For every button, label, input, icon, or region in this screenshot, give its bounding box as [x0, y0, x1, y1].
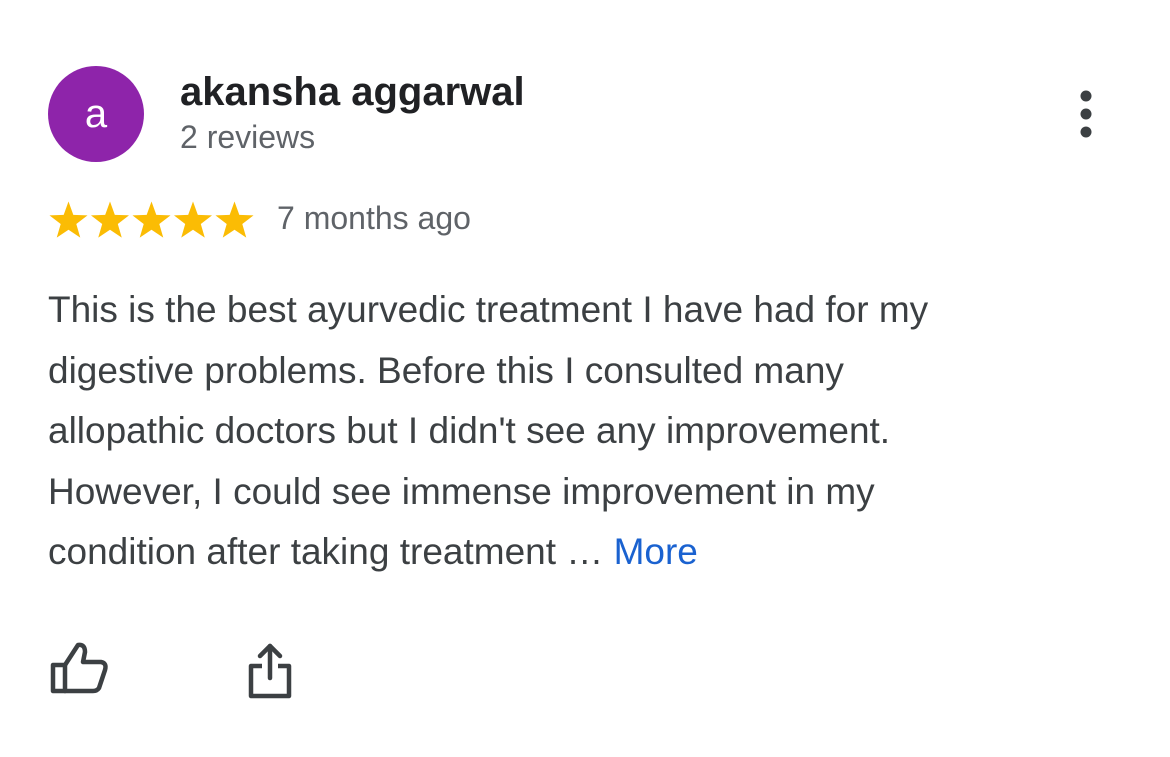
- more-link[interactable]: More: [614, 531, 698, 572]
- review-count[interactable]: 2 reviews: [180, 119, 315, 156]
- share-icon: [248, 643, 292, 699]
- star-icon: [132, 201, 171, 238]
- review-text: This is the best ayurvedic treatment I h…: [48, 280, 1088, 583]
- star-icon: [49, 201, 88, 238]
- more-options-button[interactable]: [1066, 86, 1106, 142]
- review-text-line: digestive problems. Before this I consul…: [48, 349, 844, 391]
- avatar[interactable]: a: [48, 66, 144, 162]
- review-text-last-line: condition after taking treatment …: [48, 531, 614, 572]
- like-button[interactable]: [48, 640, 112, 696]
- review-card: a akansha aggarwal 2 reviews 7 months ag…: [0, 0, 1170, 757]
- star-icon: [173, 201, 213, 238]
- review-text-line: condition after taking treatment … More: [48, 522, 1088, 583]
- share-button[interactable]: [242, 638, 298, 702]
- review-text-line: This is the best ayurvedic treatment I h…: [48, 289, 929, 330]
- star-icon: [215, 201, 254, 238]
- review-text-line: allopathic doctors but I didn't see any …: [48, 410, 891, 451]
- more-vertical-icon: [1080, 90, 1092, 138]
- review-text-line: However, I could see immense improvement…: [48, 470, 875, 512]
- thumbs-up-icon: [50, 642, 108, 694]
- star-rating: [49, 201, 254, 238]
- reviewer-name[interactable]: akansha aggarwal: [180, 70, 525, 115]
- star-icon: [90, 201, 130, 238]
- review-time: 7 months ago: [277, 200, 471, 236]
